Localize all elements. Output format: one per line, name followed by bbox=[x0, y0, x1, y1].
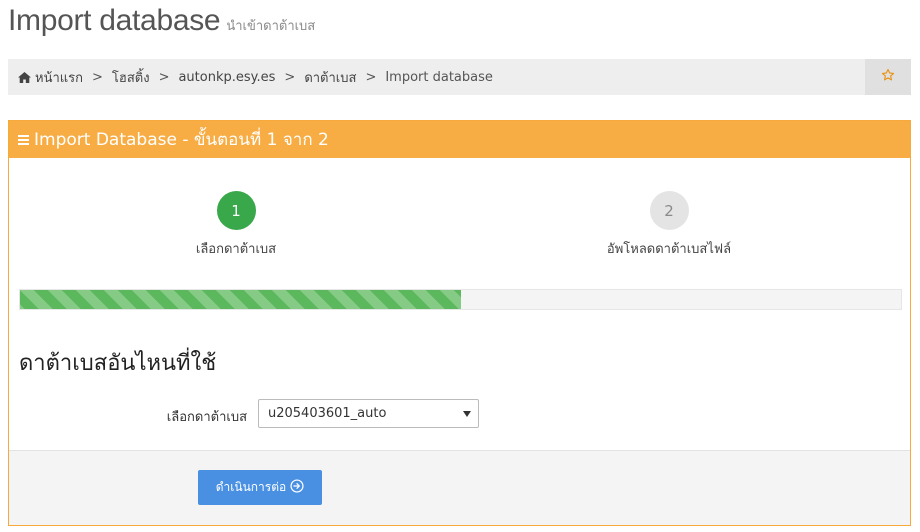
breadcrumb-current: Import database bbox=[385, 69, 493, 85]
favorite-button[interactable] bbox=[865, 59, 911, 95]
page-subtitle: นำเข้าดาต้าเบส bbox=[226, 19, 316, 34]
panel-heading: Import Database - ขั้นตอนที่ 1 จาก 2 bbox=[9, 121, 910, 158]
chevron-right-icon: > bbox=[365, 69, 377, 85]
chevron-right-icon: > bbox=[92, 69, 103, 85]
chevron-right-icon: > bbox=[284, 69, 296, 85]
breadcrumb-domain[interactable]: autonkp.esy.es bbox=[178, 70, 275, 85]
arrow-right-circle-icon bbox=[290, 479, 304, 496]
panel-title: Import Database - ขั้นตอนที่ 1 จาก 2 bbox=[34, 130, 329, 150]
panel-footer: ดำเนินการต่อ bbox=[9, 450, 910, 525]
progress-fill bbox=[20, 290, 461, 309]
breadcrumb: หน้าแรก > โฮสติ้ง > autonkp.esy.es > ดาต… bbox=[8, 59, 911, 95]
dropdown-arrow-icon bbox=[463, 411, 471, 417]
breadcrumb-home[interactable]: หน้าแรก bbox=[18, 67, 83, 88]
section-title: ดาต้าเบสอันไหนที่ใช้ bbox=[19, 351, 217, 376]
star-outline-icon bbox=[881, 68, 895, 86]
page-header: Import database นำเข้าดาต้าเบส bbox=[8, 4, 315, 44]
step-2: 2 อัพโหลดดาต้าเบสไฟล์ bbox=[539, 191, 799, 259]
menu-icon bbox=[18, 133, 29, 147]
database-select[interactable]: u205403601_auto bbox=[258, 399, 479, 428]
breadcrumb-databases[interactable]: ดาต้าเบส bbox=[304, 67, 356, 88]
step-2-indicator: 2 bbox=[649, 191, 689, 230]
import-panel: Import Database - ขั้นตอนที่ 1 จาก 2 1 เ… bbox=[8, 120, 911, 526]
database-select-value: u205403601_auto bbox=[268, 406, 387, 421]
chevron-right-icon: > bbox=[158, 69, 170, 85]
continue-button-label: ดำเนินการต่อ bbox=[215, 480, 287, 494]
breadcrumb-hosting[interactable]: โฮสติ้ง bbox=[112, 67, 150, 88]
page-title: Import database bbox=[8, 4, 221, 37]
step-1-label: เลือกดาต้าเบส bbox=[195, 242, 277, 257]
step-2-label: อัพโหลดดาต้าเบสไฟล์ bbox=[606, 242, 732, 257]
progress-bar bbox=[19, 289, 902, 310]
breadcrumb-home-label: หน้าแรก bbox=[35, 70, 83, 86]
step-1: 1 เลือกดาต้าเบส bbox=[106, 191, 366, 259]
home-icon bbox=[18, 71, 31, 87]
continue-button[interactable]: ดำเนินการต่อ bbox=[198, 470, 322, 505]
step-1-indicator: 1 bbox=[216, 191, 256, 230]
database-select-label: เลือกดาต้าเบส bbox=[166, 410, 247, 425]
database-form-row: เลือกดาต้าเบส u205403601_auto bbox=[9, 399, 910, 429]
